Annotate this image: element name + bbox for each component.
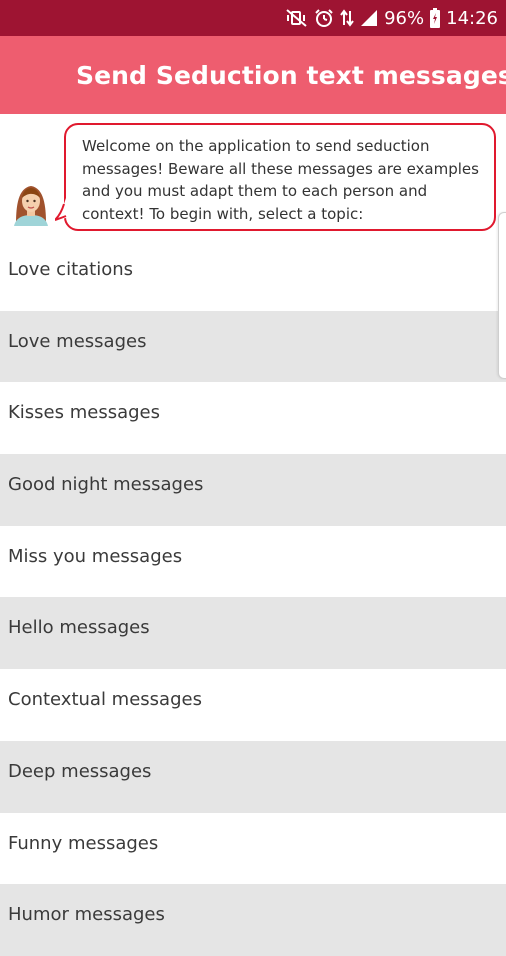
topic-item-humor-messages[interactable]: Humor messages [0,884,506,956]
welcome-message-text: Welcome on the application to send seduc… [82,137,479,223]
status-bar: 96% 14:26 [0,0,506,36]
topic-list: Love citations Love messages Kisses mess… [0,239,506,956]
topic-item-deep-messages[interactable]: Deep messages [0,740,506,813]
page-title: Send Seduction text messages [76,60,506,90]
intro-section: Welcome on the application to send seduc… [0,114,506,239]
topic-item-miss-you-messages[interactable]: Miss you messages [0,525,506,598]
topic-item-love-messages[interactable]: Love messages [0,310,506,383]
bubble-tail [55,198,67,221]
topic-item-love-citations[interactable]: Love citations [0,239,506,311]
topic-item-contextual-messages[interactable]: Contextual messages [0,669,506,741]
scroll-handle[interactable] [498,212,506,379]
welcome-message-bubble: Welcome on the application to send seduc… [64,123,496,231]
topic-item-funny-messages[interactable]: Funny messages [0,812,506,885]
data-arrows-icon [340,9,354,27]
topic-item-kisses-messages[interactable]: Kisses messages [0,382,506,455]
battery-icon [430,8,441,28]
woman-avatar-icon [8,180,54,226]
signal-icon [360,9,378,27]
alarm-icon [314,9,334,27]
topic-item-good-night-messages[interactable]: Good night messages [0,454,506,526]
mute-vibrate-icon [286,9,308,27]
topic-item-hello-messages[interactable]: Hello messages [0,597,506,670]
status-time: 14:26 [446,7,498,29]
app-bar: Send Seduction text messages [0,36,506,114]
battery-percent: 96% [384,7,425,29]
